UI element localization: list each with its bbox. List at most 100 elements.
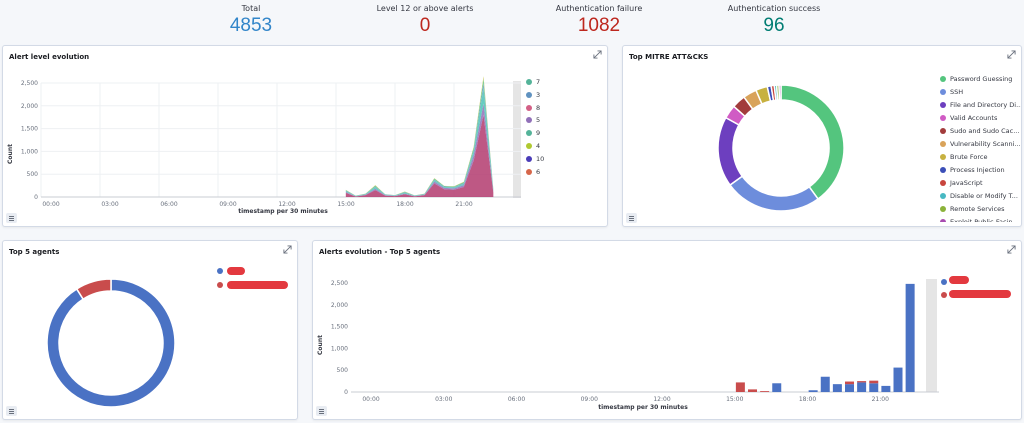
redacted-agent-name xyxy=(949,290,1011,298)
bar xyxy=(772,383,782,392)
legend-label[interactable]: 7 xyxy=(536,78,540,86)
panel-alerts-evolution-agents: Alerts evolution - Top 5 agents Count ti… xyxy=(312,240,1022,420)
legend-label[interactable]: 6 xyxy=(536,168,540,176)
bar xyxy=(845,381,854,385)
legend-dot[interactable] xyxy=(940,128,946,134)
legend-dot[interactable] xyxy=(940,141,946,147)
bar xyxy=(857,382,867,392)
y-axis-title: Count xyxy=(317,335,324,355)
panel-top-5-agents: Top 5 agents xyxy=(2,240,298,420)
x-tick-label: 00:00 xyxy=(362,396,379,403)
redacted-agent-name xyxy=(227,281,288,289)
expand-icon[interactable] xyxy=(1007,50,1016,59)
y-tick-label: 2,000 xyxy=(331,302,348,309)
bar xyxy=(881,385,891,392)
legend-dot[interactable] xyxy=(940,193,946,199)
legend-dot[interactable] xyxy=(526,168,532,175)
legend-dot[interactable] xyxy=(940,76,946,82)
y-tick-label: 2,000 xyxy=(21,103,38,110)
legend-dot[interactable] xyxy=(940,89,946,95)
bar xyxy=(905,283,915,392)
bar xyxy=(869,383,879,392)
y-tick-label: 1,500 xyxy=(331,324,348,331)
legend-toggle-button[interactable] xyxy=(626,213,637,223)
legend-toggle-button[interactable] xyxy=(316,406,327,416)
legend-label[interactable]: 5 xyxy=(536,116,540,124)
expand-icon[interactable] xyxy=(283,245,292,254)
legend-label[interactable]: Exploit Public-Facin... xyxy=(950,218,1019,222)
metric-label: Authentication success xyxy=(727,4,821,13)
metric-label: Authentication failure xyxy=(555,4,643,13)
x-tick-label: 21:00 xyxy=(455,201,472,208)
mitre-legend: Password Guessing SSH File and Directory D… xyxy=(935,72,1021,222)
legend-label[interactable]: Remote Services xyxy=(950,205,1005,213)
y-tick-label: 1,500 xyxy=(21,126,38,133)
legend-dot[interactable] xyxy=(526,155,532,162)
donut-slice xyxy=(75,278,112,301)
redacted-agent-name xyxy=(227,267,245,275)
legend-label[interactable]: File and Directory Di... xyxy=(950,101,1021,109)
legend-dot[interactable] xyxy=(940,219,946,222)
x-tick-label: 18:00 xyxy=(799,396,816,403)
metric-level12-alerts[interactable]: Level 12 or above alerts 0 xyxy=(340,3,510,38)
x-axis-title: timestamp per 30 minutes xyxy=(598,404,688,411)
metrics-bar: Total 4853 Level 12 or above alerts 0 Au… xyxy=(0,0,1024,42)
legend-label[interactable]: 10 xyxy=(536,155,544,163)
legend-label[interactable]: Brute Force xyxy=(950,153,987,161)
alert-level-chart: Count timestamp per 30 minutes 00:00 03:0… xyxy=(7,76,521,215)
legend-label[interactable]: Sudo and Sudo Cac... xyxy=(950,127,1019,135)
legend-dot[interactable] xyxy=(940,206,946,212)
legend-dot[interactable] xyxy=(526,143,532,149)
legend-dot[interactable] xyxy=(526,79,532,85)
metric-value: 1082 xyxy=(577,15,621,36)
x-tick-label: 09:00 xyxy=(581,396,598,403)
legend-label[interactable]: 3 xyxy=(536,91,540,99)
legend-label[interactable]: Process Injection xyxy=(950,166,1005,174)
metric-total[interactable]: Total 4853 xyxy=(166,3,336,38)
legend-label[interactable]: 9 xyxy=(536,129,540,137)
agent-legend-dot[interactable] xyxy=(941,279,947,285)
legend-label[interactable]: 8 xyxy=(536,104,540,112)
legend-toggle-button[interactable] xyxy=(6,213,17,223)
x-tick-label: 12:00 xyxy=(653,396,670,403)
legend-dot[interactable] xyxy=(940,154,946,160)
legend-label[interactable]: Password Guessing xyxy=(950,75,1012,83)
bar xyxy=(820,376,830,392)
legend-dot[interactable] xyxy=(940,102,946,108)
y-tick-label: 0 xyxy=(34,194,38,201)
legend-label[interactable]: 4 xyxy=(536,142,540,150)
x-axis-title: timestamp per 30 minutes xyxy=(238,208,328,215)
x-tick-label: 15:00 xyxy=(726,396,743,403)
legend-dot[interactable] xyxy=(526,104,532,111)
y-tick-label: 0 xyxy=(344,389,348,396)
legend-dot[interactable] xyxy=(526,91,532,98)
legend-dot[interactable] xyxy=(940,180,946,186)
y-tick-label: 500 xyxy=(337,367,349,374)
x-tick-label: 12:00 xyxy=(278,201,295,208)
hover-column xyxy=(513,81,521,198)
y-tick-label: 2,500 xyxy=(21,80,38,87)
agent-legend-dot[interactable] xyxy=(217,268,223,274)
agent-legend-dot[interactable] xyxy=(941,292,947,298)
bar xyxy=(869,380,879,384)
bar xyxy=(735,382,745,392)
bar xyxy=(893,367,903,392)
x-tick-label: 00:00 xyxy=(42,201,59,208)
legend-label[interactable]: Disable or Modify T... xyxy=(950,192,1018,200)
legend-label[interactable]: Vulnerability Scanni... xyxy=(950,140,1021,148)
legend-label[interactable]: SSH xyxy=(950,88,963,96)
metric-auth-success[interactable]: Authentication success 96 xyxy=(689,3,859,38)
bar xyxy=(808,390,818,392)
metric-auth-failure[interactable]: Authentication failure 1082 xyxy=(514,3,684,38)
legend-dot[interactable] xyxy=(940,167,946,173)
hover-column xyxy=(926,279,937,392)
agent-legend-dot[interactable] xyxy=(217,282,223,288)
metric-label: Total xyxy=(241,4,261,13)
y-tick-label: 500 xyxy=(27,171,39,178)
bar xyxy=(832,384,842,392)
legend-toggle-button[interactable] xyxy=(6,406,17,416)
x-tick-label: 21:00 xyxy=(872,396,889,403)
legend-dot[interactable] xyxy=(940,115,946,121)
legend-label[interactable]: JavaScript xyxy=(950,179,983,187)
legend-label[interactable]: Valid Accounts xyxy=(950,114,997,122)
